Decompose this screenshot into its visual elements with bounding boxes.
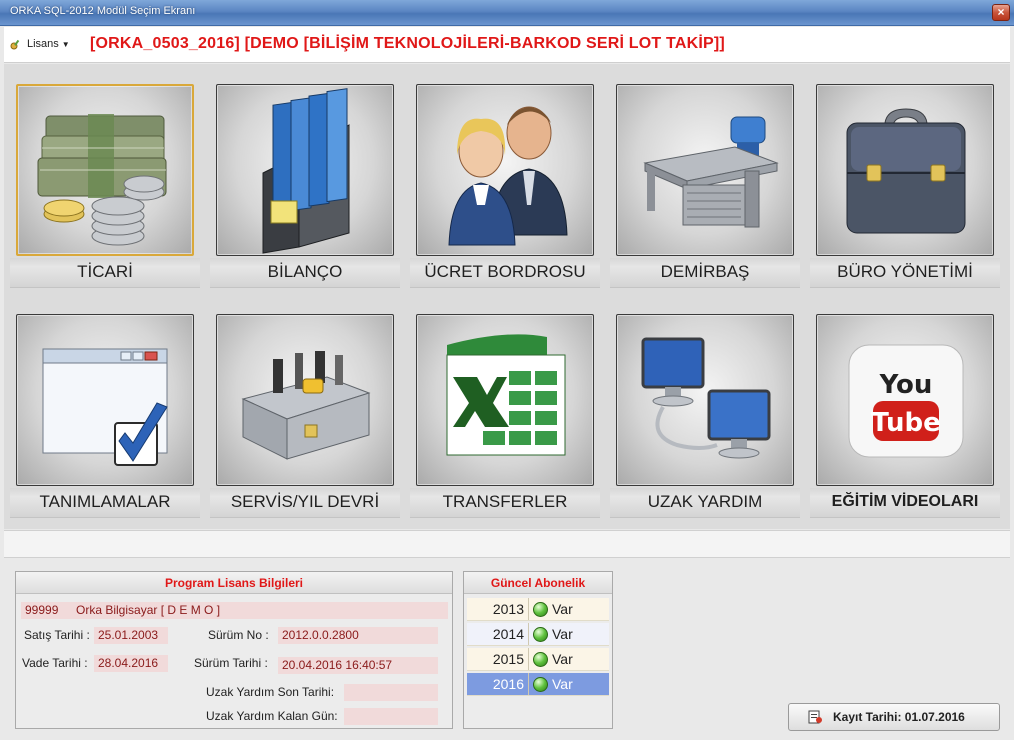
- module-label: ÜCRET BORDROSU: [410, 258, 600, 288]
- status-green-icon: [533, 626, 548, 642]
- chevron-down-icon: ▼: [61, 39, 70, 49]
- youtube-icon: You Tube: [816, 314, 994, 486]
- satis-label: Satış Tarihi :: [24, 628, 90, 642]
- module-ucret-bordrosu[interactable]: ÜCRET BORDROSU: [410, 84, 600, 288]
- subscription-row[interactable]: 2013 Var: [467, 598, 609, 621]
- module-grid: TİCARİ BİLANÇO ÜCRET BORDROSU DEMİRBAŞ B…: [4, 64, 1010, 529]
- youtube-tube-text: Tube: [871, 408, 941, 438]
- module-bilanco[interactable]: BİLANÇO: [210, 84, 400, 288]
- subscription-panel-title: Güncel Abonelik: [464, 572, 612, 594]
- module-label: DEMİRBAŞ: [610, 258, 800, 288]
- subscription-status: Var: [552, 601, 573, 617]
- window-title: ORKA SQL-2012 Modül Seçim Ekranı: [10, 5, 196, 17]
- register-icon: [808, 710, 822, 724]
- subscription-year: 2014: [467, 623, 529, 645]
- module-buro-yonetimi[interactable]: BÜRO YÖNETİMİ: [810, 84, 1000, 288]
- status-green-icon: [533, 601, 548, 617]
- subscription-year: 2015: [467, 648, 529, 670]
- module-transferler[interactable]: TRANSFERLER: [410, 314, 600, 518]
- window-titlebar[interactable]: ORKA SQL-2012 Modül Seçim Ekranı ×: [0, 0, 1014, 26]
- key-icon: [10, 39, 20, 50]
- binders-icon: [216, 84, 394, 256]
- people-icon: [416, 84, 594, 256]
- youtube-you-text: You: [879, 370, 933, 400]
- surum-tarihi-field: 20.04.2016 16:40:57: [278, 657, 438, 674]
- license-panel: Program Lisans Bilgileri 99999 Orka Bilg…: [15, 571, 453, 729]
- desk-icon: [616, 84, 794, 256]
- excel-icon: [416, 314, 594, 486]
- subscription-year: 2016: [467, 673, 529, 695]
- briefcase-icon: [816, 84, 994, 256]
- lisans-dropdown[interactable]: Lisans ▼: [10, 37, 70, 51]
- uzak-son-label: Uzak Yardım Son Tarihi:: [206, 685, 335, 699]
- window-check-icon: [16, 314, 194, 486]
- lisans-label: Lisans: [27, 38, 59, 50]
- vade-field: 28.04.2016: [94, 655, 168, 672]
- vade-label: Vade Tarihi :: [22, 656, 88, 670]
- uzak-kalan-field: [344, 708, 438, 725]
- surum-label: Sürüm No :: [208, 628, 269, 642]
- module-label: BİLANÇO: [210, 258, 400, 288]
- satis-field: 25.01.2003: [94, 627, 168, 644]
- page-title: [ORKA_0503_2016] [DEMO [BİLİŞİM TEKNOLOJ…: [90, 35, 725, 52]
- module-tanimlamalar[interactable]: TANIMLAMALAR: [10, 314, 200, 518]
- license-code-field: 99999: [21, 602, 73, 619]
- uzak-son-field: [344, 684, 438, 701]
- status-green-icon: [533, 676, 548, 692]
- module-label: TİCARİ: [10, 258, 200, 288]
- license-company-field: Orka Bilgisayar [ D E M O ]: [72, 602, 448, 619]
- subscription-row-selected[interactable]: 2016 Var: [467, 673, 609, 696]
- header-bar: Lisans ▼ [ORKA_0503_2016] [DEMO [BİLİŞİM…: [4, 27, 1010, 63]
- license-panel-title: Program Lisans Bilgileri: [16, 572, 452, 594]
- module-label: EĞİTİM VİDEOLARI: [810, 488, 1000, 518]
- toolbox-icon: [216, 314, 394, 486]
- uzak-kalan-label: Uzak Yardım Kalan Gün:: [206, 709, 338, 723]
- money-icon: [16, 84, 194, 256]
- subscription-status: Var: [552, 676, 573, 692]
- status-green-icon: [533, 651, 548, 667]
- subscription-panel: Güncel Abonelik 2013 Var 2014 Var 2015 V…: [463, 571, 613, 729]
- close-button[interactable]: ×: [992, 4, 1010, 21]
- subscription-row[interactable]: 2015 Var: [467, 648, 609, 671]
- separator-strip: [4, 530, 1010, 558]
- surum-field: 2012.0.0.2800: [278, 627, 438, 644]
- kayit-tarihi-label: Kayıt Tarihi: 01.07.2016: [833, 710, 965, 724]
- module-label: TANIMLAMALAR: [10, 488, 200, 518]
- subscription-status: Var: [552, 626, 573, 642]
- module-label: UZAK YARDIM: [610, 488, 800, 518]
- module-ticari[interactable]: TİCARİ: [10, 84, 200, 288]
- subscription-row[interactable]: 2014 Var: [467, 623, 609, 646]
- subscription-status: Var: [552, 651, 573, 667]
- module-servis-yil-devri[interactable]: SERVİS/YIL DEVRİ: [210, 314, 400, 518]
- module-label: TRANSFERLER: [410, 488, 600, 518]
- module-demirbas[interactable]: DEMİRBAŞ: [610, 84, 800, 288]
- module-uzak-yardim[interactable]: UZAK YARDIM: [610, 314, 800, 518]
- module-label: SERVİS/YIL DEVRİ: [210, 488, 400, 518]
- surum-tarihi-label: Sürüm Tarihi :: [194, 656, 268, 670]
- module-egitim-videolari[interactable]: You Tube EĞİTİM VİDEOLARI: [810, 314, 1000, 518]
- subscription-year: 2013: [467, 598, 529, 620]
- remote-computers-icon: [616, 314, 794, 486]
- module-label: BÜRO YÖNETİMİ: [810, 258, 1000, 288]
- kayit-tarihi-button[interactable]: Kayıt Tarihi: 01.07.2016: [788, 703, 1000, 731]
